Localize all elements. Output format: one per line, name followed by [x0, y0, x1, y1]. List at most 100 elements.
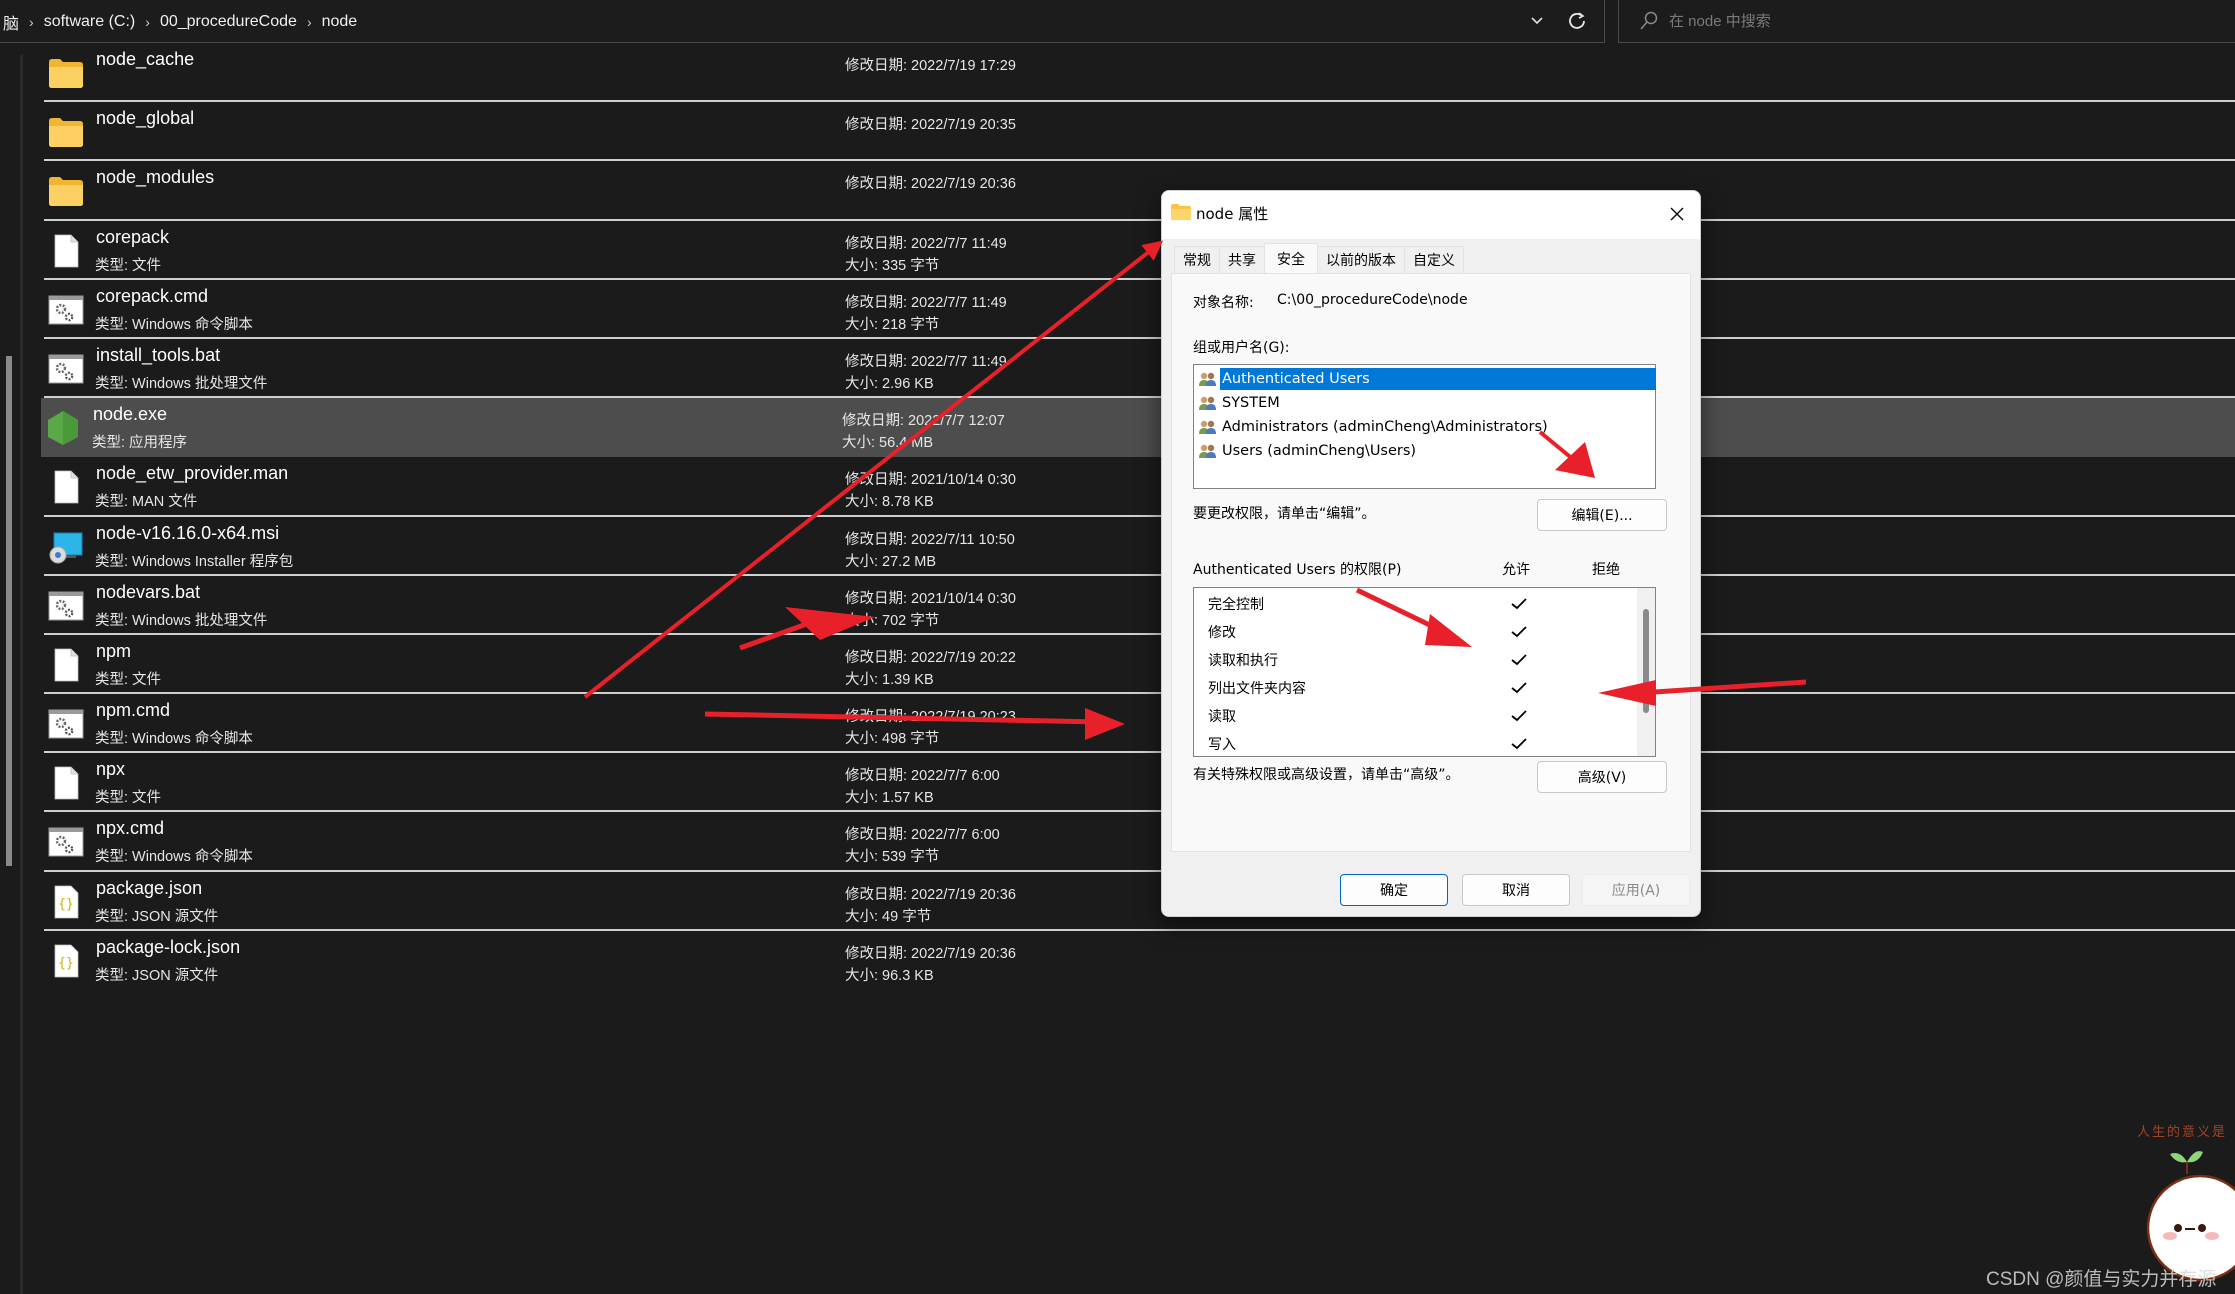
permissions-scrollbar-thumb[interactable]: [1643, 609, 1649, 713]
file-modified-date: 修改日期: 2022/7/19 20:23: [845, 709, 1016, 726]
user-list-item[interactable]: SYSTEM: [1198, 391, 1282, 415]
refresh-icon: [1569, 12, 1585, 29]
file-row[interactable]: corepack 类型: 文件 修改日期: 2022/7/7 11:49 大小: 33…: [44, 221, 2235, 280]
script-gear-icon: [48, 827, 84, 857]
folder-icon: [1171, 204, 1191, 220]
user-list-item[interactable]: Authenticated Users: [1198, 367, 1656, 391]
script-gear-icon: [48, 354, 84, 384]
script-gear-icon: [48, 709, 84, 739]
file-size: 大小: 498 字节: [845, 731, 940, 748]
file-name: corepack.cmd: [96, 285, 209, 306]
breadcrumb-item[interactable]: software (C:): [40, 13, 140, 31]
tab-4[interactable]: 自定义: [1404, 246, 1464, 273]
file-row[interactable]: nodevars.bat 类型: Windows 批处理文件 修改日期: 2021/…: [44, 576, 2235, 635]
file-row[interactable]: {} package-lock.json 类型: JSON 源文件 修改日期: 202…: [44, 931, 2235, 990]
refresh-button[interactable]: [1563, 7, 1591, 35]
file-type: 类型: JSON 源文件: [95, 908, 219, 925]
permission-name: 写入: [1208, 737, 1236, 753]
edit-hint: 要更改权限，请单击“编辑”。: [1193, 506, 1376, 522]
tab-2[interactable]: 安全: [1264, 243, 1318, 273]
file-type: 类型: Windows 批处理文件: [95, 375, 268, 392]
breadcrumb-item[interactable]: 脑: [0, 10, 23, 34]
search-input[interactable]: [1669, 7, 2169, 35]
file-type: 类型: Windows 命令脚本: [95, 316, 253, 333]
file-modified-date: 修改日期: 2022/7/19 20:36: [845, 176, 1016, 193]
file-modified-date: 修改日期: 2022/7/19 20:36: [845, 886, 1016, 903]
file-size: 大小: 702 字节: [845, 612, 940, 629]
file-modified-date: 修改日期: 2022/7/7 6:00: [845, 827, 1000, 844]
pane-divider: [20, 55, 23, 1294]
script-gear-icon: [48, 591, 84, 621]
file-row[interactable]: node_cache 修改日期: 2022/7/19 17:29: [44, 43, 2235, 103]
file-type: 类型: 应用程序: [92, 435, 188, 452]
file-row[interactable]: npm.cmd 类型: Windows 命令脚本 修改日期: 2022/7/19 2…: [44, 694, 2235, 754]
user-list-item[interactable]: Users (adminCheng\Users): [1198, 439, 1418, 463]
file-row[interactable]: node_modules 修改日期: 2022/7/19 20:36: [44, 161, 2235, 221]
file-row[interactable]: npx.cmd 类型: Windows 命令脚本 修改日期: 2022/7/7 6:…: [44, 812, 2235, 872]
user-list[interactable]: Authenticated Users SYSTEM Administrators …: [1193, 364, 1656, 489]
nodejs-icon: [48, 411, 78, 446]
script-gear-icon: [48, 295, 84, 325]
allow-check-icon: [1509, 648, 1529, 672]
file-modified-date: 修改日期: 2022/7/19 20:35: [845, 117, 1016, 134]
object-name-value: C:\00_procedureCode\node: [1277, 292, 1468, 308]
breadcrumb-separator-icon[interactable]: ›: [23, 14, 40, 30]
breadcrumb: 脑 › software (C:) › 00_procedureCode › node: [0, 10, 361, 34]
user-group-icon: [1199, 372, 1216, 386]
file-type: 类型: Windows 批处理文件: [95, 612, 268, 629]
file-row[interactable]: node.exe 类型: 应用程序 修改日期: 2022/7/7 12:07 大小: …: [41, 398, 2235, 458]
breadcrumb-separator-icon[interactable]: ›: [301, 14, 318, 30]
file-row[interactable]: install_tools.bat 类型: Windows 批处理文件 修改日期: …: [44, 339, 2235, 399]
search-icon: [1640, 11, 1658, 30]
file-size: 大小: 335 字节: [845, 257, 940, 274]
file-modified-date: 修改日期: 2022/7/7 11:49: [845, 235, 1007, 252]
breadcrumb-item[interactable]: 00_procedureCode: [156, 13, 301, 31]
file-size: 大小: 539 字节: [845, 849, 940, 866]
file-row[interactable]: node_etw_provider.man 类型: MAN 文件 修改日期: 202…: [44, 457, 2235, 517]
breadcrumb-separator-icon[interactable]: ›: [139, 14, 156, 30]
edit-button[interactable]: 编辑(E)...: [1537, 499, 1667, 531]
file-row[interactable]: npm 类型: 文件 修改日期: 2022/7/19 20:22 大小: 1.39 K…: [44, 635, 2235, 695]
file-row[interactable]: {} package.json 类型: JSON 源文件 修改日期: 2022/7/1…: [44, 872, 2235, 931]
user-name: Users (adminCheng\Users): [1222, 443, 1417, 459]
allow-check-icon: [1509, 676, 1529, 700]
file-type: 类型: Windows 命令脚本: [95, 849, 253, 866]
advanced-button[interactable]: 高级(V): [1537, 761, 1667, 793]
user-name: Administrators (adminCheng\Administrator…: [1222, 419, 1548, 435]
address-bar[interactable]: 脑 › software (C:) › 00_procedureCode › node: [0, 0, 1605, 43]
tab-1[interactable]: 共享: [1219, 246, 1265, 273]
close-button[interactable]: [1664, 201, 1690, 227]
file-modified-date: 修改日期: 2021/10/14 0:30: [845, 590, 1016, 607]
file-name: node_global: [96, 108, 195, 129]
file-name: node_etw_provider.man: [96, 463, 289, 484]
file-row[interactable]: corepack.cmd 类型: Windows 命令脚本 修改日期: 2022/7…: [44, 280, 2235, 339]
file-icon: [54, 470, 79, 504]
file-modified-date: 修改日期: 2022/7/7 11:49: [845, 294, 1007, 311]
tab-3[interactable]: 以前的版本: [1317, 246, 1405, 273]
dialog-title-bar[interactable]: node 属性: [1162, 191, 1700, 239]
file-name: npx.cmd: [96, 818, 165, 839]
permissions-list: 完全控制 修改 读取和执行 列出文件夹内容 读取 写入: [1193, 587, 1656, 757]
scrollbar-thumb[interactable]: [6, 356, 12, 866]
file-row[interactable]: npx 类型: 文件 修改日期: 2022/7/7 6:00 大小: 1.57 KB: [44, 753, 2235, 813]
file-modified-date: 修改日期: 2022/7/7 6:00: [845, 768, 1000, 785]
folder-icon: [49, 118, 83, 148]
apply-button[interactable]: 应用(A): [1582, 874, 1690, 906]
permissions-scrollbar[interactable]: [1637, 588, 1655, 756]
permission-name: 读取: [1208, 709, 1236, 725]
permissions-header: Authenticated Users 的权限(P): [1193, 562, 1402, 578]
user-list-item[interactable]: Administrators (adminCheng\Administrator…: [1198, 415, 1550, 439]
file-size: 大小: 1.39 KB: [845, 671, 934, 688]
tab-strip: 常规 共享 安全 以前的版本 自定义: [1174, 243, 1464, 273]
search-box[interactable]: [1618, 0, 2235, 43]
user-name: SYSTEM: [1222, 395, 1280, 411]
breadcrumb-item[interactable]: node: [318, 13, 362, 31]
history-dropdown-button[interactable]: [1523, 7, 1551, 35]
cancel-button[interactable]: 取消: [1462, 874, 1570, 906]
advanced-hint: 有关特殊权限或高级设置，请单击“高级”。: [1193, 767, 1460, 783]
file-size: 大小: 8.78 KB: [845, 494, 934, 511]
tab-0[interactable]: 常规: [1174, 246, 1220, 273]
file-row[interactable]: node_global 修改日期: 2022/7/19 20:35: [44, 102, 2235, 162]
ok-button[interactable]: 确定: [1340, 874, 1448, 906]
file-row[interactable]: node-v16.16.0-x64.msi 类型: Windows Install…: [44, 517, 2235, 576]
